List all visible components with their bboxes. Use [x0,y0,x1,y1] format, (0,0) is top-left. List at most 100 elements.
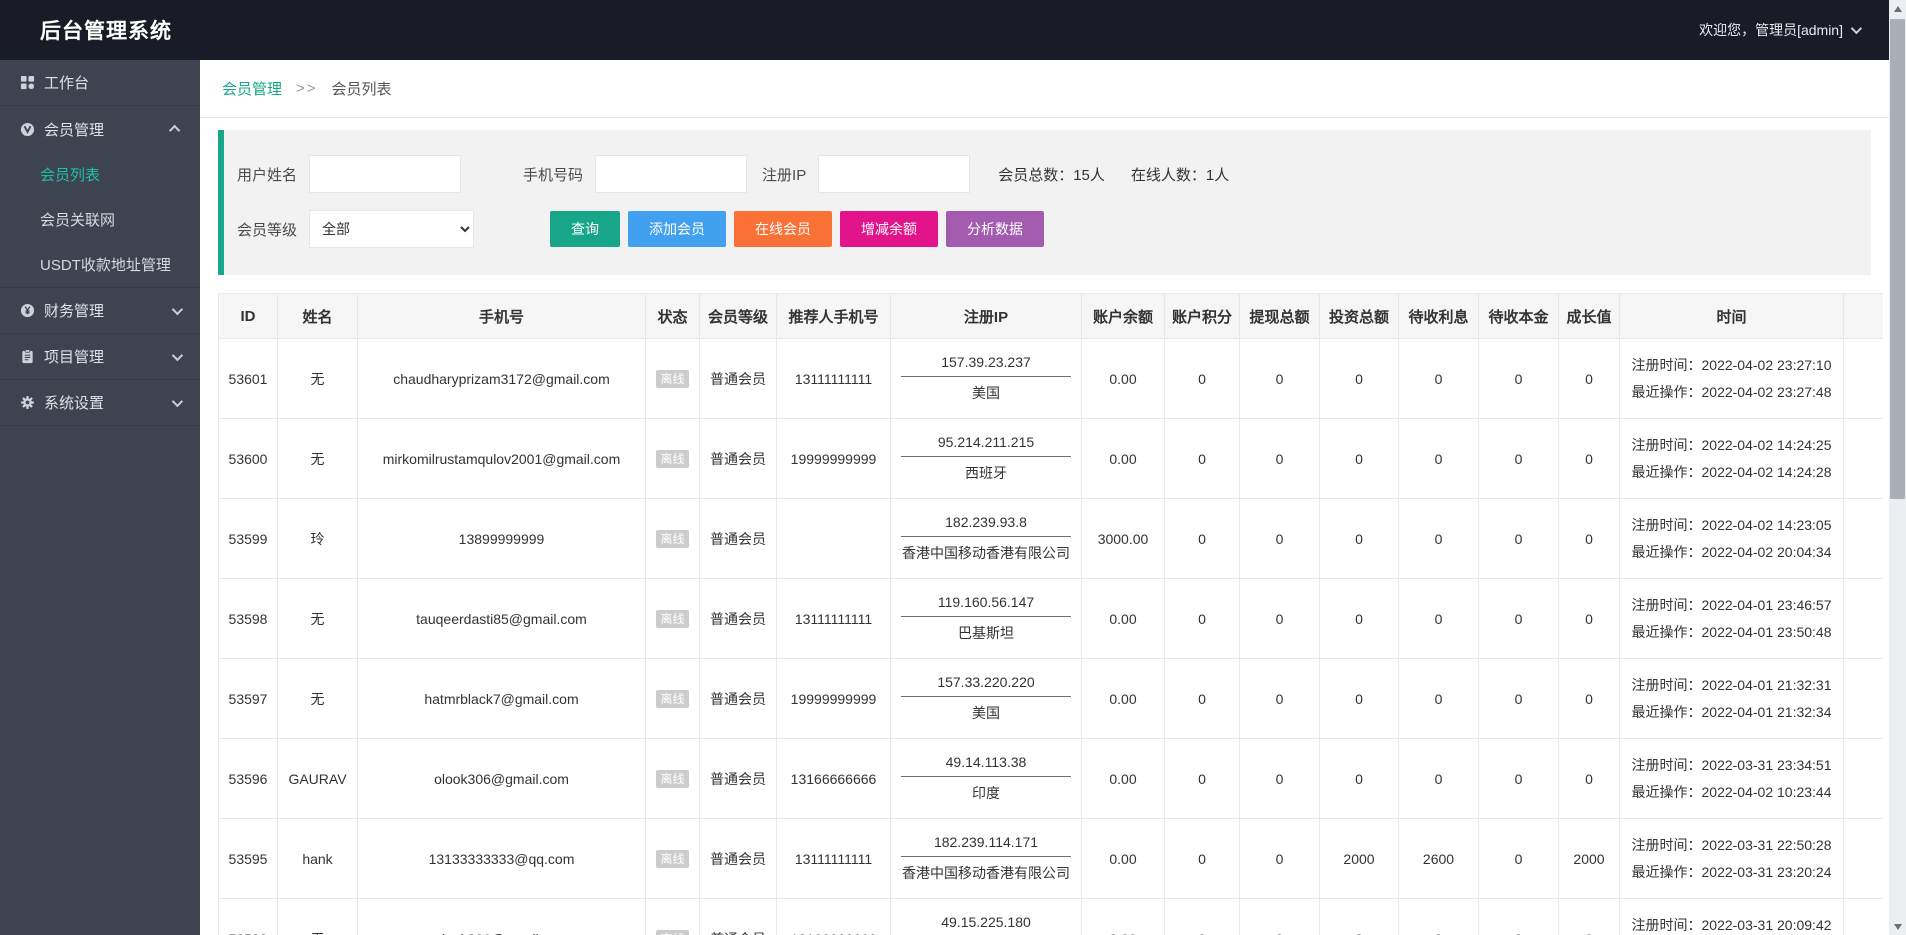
sidebar-item-member-list[interactable]: 会员列表 [0,152,200,197]
status-badge: 离线 [656,369,689,388]
phone-input[interactable] [595,155,748,193]
column-header: 时间 [1619,293,1844,339]
ip-link[interactable]: 157.33.220.220 美国 [901,674,1071,723]
scrollbar-up-arrow[interactable] [1889,0,1906,17]
cell-time: 注册时间：2022-03-31 23:34:51 最近操作：2022-04-02 … [1619,738,1844,819]
sidebar-item-project-mgmt[interactable]: 项目管理 [0,334,200,380]
cell-name: 无 [277,898,358,935]
finance-icon [20,303,35,318]
sidebar-item-finance-mgmt[interactable]: 财务管理 [0,288,200,334]
filter-button-3[interactable]: 在线会员 [734,211,833,247]
gear-icon [20,395,35,410]
cell-phone: 13133333333@qq.com [357,818,646,899]
table-row: 53598 无 tauqeerdasti85@gmail.com 离线 普通会员 1311… [218,578,1883,659]
sidebar-item-label: 会员管理 [44,121,105,139]
sidebar-item-usdt-mgmt[interactable]: USDT收款地址管理 [0,242,200,287]
column-header: 会员等级 [699,293,777,339]
cell-phone: chaudharyprizam3172@gmail.com [357,338,646,419]
cell-level: 普通会员 [699,818,777,899]
page-scrollbar[interactable] [1889,0,1906,935]
cell-name: 无 [277,658,358,739]
sidebar-item-member-network[interactable]: 会员关联网 [0,197,200,242]
cell-principal: 0 [1478,818,1559,899]
chevron-down-icon [171,395,184,407]
table-row: 53600 无 mirkomilrustamqulov2001@gmail.com 离… [218,418,1883,499]
cell-time: 注册时间：2022-04-02 23:27:10 最近操作：2022-04-02 … [1619,338,1844,419]
cell-status: 离线 [645,658,700,739]
cell-growth: 2000 [1558,818,1620,899]
time-info: 注册时间：2022-04-01 23:46:57 最近操作：2022-04-01 … [1631,596,1832,640]
cell-ip: 49.14.113.38 印度 [890,738,1082,819]
member-level-select[interactable]: 全部 [309,210,475,248]
column-header: 投资总额 [1319,293,1399,339]
column-header: 成长值 [1558,293,1620,339]
cell-action: 正常 [1843,738,1883,819]
sidebar-item-member-mgmt[interactable]: 会员管理 [0,106,200,152]
cell-principal: 0 [1478,498,1559,579]
ip-link[interactable]: 49.14.113.38 印度 [901,754,1071,803]
ip-link[interactable]: 95.214.211.215 西班牙 [901,434,1071,483]
cell-level: 普通会员 [699,498,777,579]
cell-interest: 0 [1398,338,1479,419]
cell-balance: 0.00 [1081,818,1165,899]
cell-action: 正常 [1843,578,1883,659]
cell-phone: mirkomilrustamqulov2001@gmail.com [357,418,646,499]
sidebar-item-label: 工作台 [44,75,90,92]
breadcrumb-parent-link[interactable]: 会员管理 [222,78,282,99]
username-input[interactable] [309,155,462,193]
status-badge: 离线 [656,849,689,868]
cell-name: 玲 [277,498,358,579]
filter-button-1[interactable]: 查询 [550,211,621,247]
sidebar-item-label: 项目管理 [44,349,105,366]
table-row: 53593无olook306@gamil.com 离线 普通会员1316666666… [218,898,1883,935]
ip-link[interactable]: 49.15.225.180印度 [901,914,1071,935]
member-table-wrap: ID 姓名 手机号 状态 会员等级 推荐人手机号 注册IP 账户余额 账户积分 提现总额 投资总额待… [218,293,1883,935]
sidebar-item-label: 系统设置 [44,395,105,412]
column-header: 推荐人手机号 [776,293,891,339]
cell-phone: 13899999999 [357,498,646,579]
cell-invest: 2000 [1319,818,1399,899]
cell-level: 普通会员 [699,418,777,499]
ip-link[interactable]: 119.160.56.147 巴基斯坦 [901,594,1071,643]
filter-button-5[interactable]: 分析数据 [946,211,1045,247]
register-ip-input[interactable] [818,155,971,193]
cell-action: 正常 [1843,658,1883,739]
ip-link[interactable]: 182.239.114.171 香港中国移动香港有限公司 [901,834,1071,883]
cell-invest: 0 [1319,658,1399,739]
admin-app: 后台管理系统 欢迎您，管理员[admin] 工作台 会员管理 会员列表 会员关联… [0,0,1906,935]
sidebar-item-workbench[interactable]: 工作台 [0,60,200,106]
status-badge: 离线 [656,689,689,708]
filter-button-2[interactable]: 添加会员 [628,211,727,247]
time-info: 注册时间：2022-03-31 23:34:51 最近操作：2022-04-02 … [1631,756,1832,800]
cell-time: 注册时间：2022-04-02 14:24:25 最近操作：2022-04-02 … [1619,418,1844,499]
scrollbar-down-arrow[interactable] [1889,918,1906,935]
column-header: 账户余额 [1081,293,1165,339]
user-menu[interactable]: 欢迎您，管理员[admin] [1699,20,1863,40]
column-header: 待收本金 [1478,293,1559,339]
cell-status: 离线 [645,898,700,935]
ip-link[interactable]: 157.39.23.237 美国 [901,354,1071,403]
cell-withdraw: 0 [1239,578,1320,659]
cell-growth: 0 [1558,338,1620,419]
ip-link[interactable]: 182.239.93.8 香港中国移动香港有限公司 [901,514,1071,563]
filter-button-4[interactable]: 增减余额 [840,211,939,247]
filter-buttons: 查询 添加会员 在线会员 增减余额 分析数据 [550,211,1052,247]
cell-status: 离线 [645,578,700,659]
table-row: 53599 玲 13899999999 离线 普通会员 182.239.93.8 香港中国移… [218,498,1883,579]
dashboard-icon [20,75,35,90]
cell-level: 普通会员 [699,898,777,935]
cell-growth: 0 [1558,578,1620,659]
cell-name: 无 [277,338,358,419]
cell-invest: 0 [1319,738,1399,819]
breadcrumb: 会员管理 >> 会员列表 [200,60,1889,118]
column-header: 注册IP [890,293,1082,339]
cell-withdraw: 0 [1239,338,1320,419]
cell-referrer: 13166666666 [776,738,891,819]
cell-referrer [776,498,891,579]
content-card: 用户姓名 手机号码 注册IP 会员总数：15人 在线人数：1人 会员等级 全部 … [200,118,1889,935]
cell-withdraw: 0 [1239,418,1320,499]
scrollbar-thumb[interactable] [1890,19,1905,499]
cell-action: 正常 [1843,818,1883,899]
sidebar-item-system-settings[interactable]: 系统设置 [0,380,200,426]
table-row: 53597 无 hatmrblack7@gmail.com 离线 普通会员 1999999… [218,658,1883,739]
